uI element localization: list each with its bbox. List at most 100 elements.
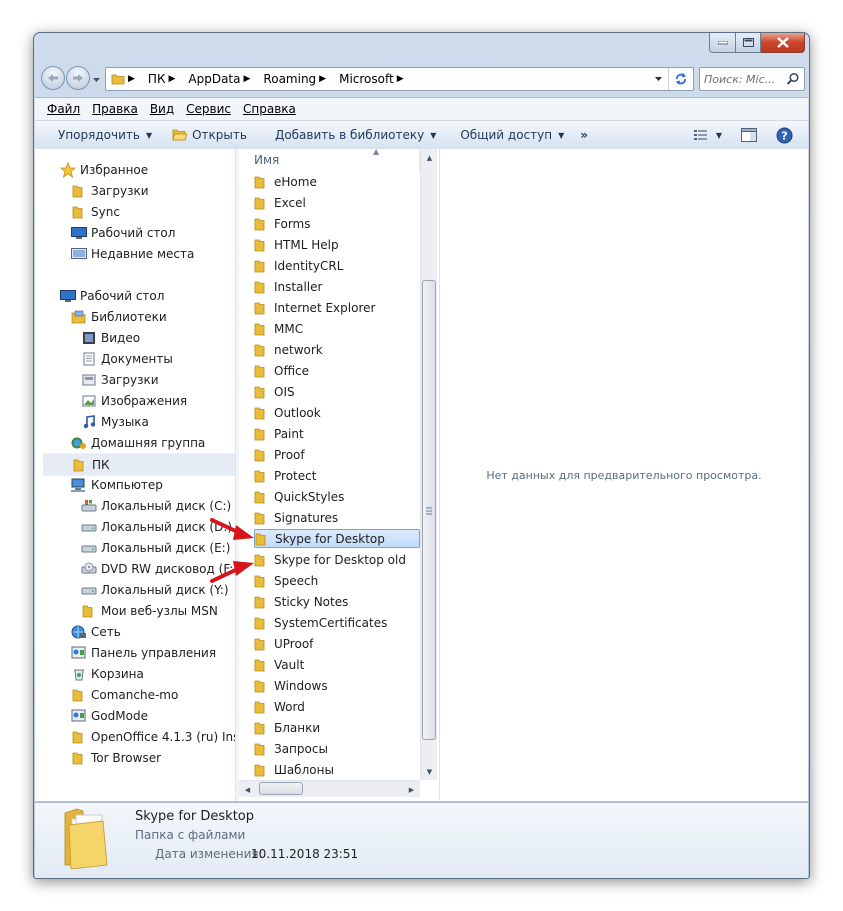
nav-desktop-favorite[interactable]: Рабочий стол: [71, 222, 175, 243]
open-button[interactable]: Открыть: [162, 121, 257, 149]
minimize-button[interactable]: [709, 33, 736, 53]
breadcrumb-separator[interactable]: ▶: [394, 74, 407, 84]
nav-drive-c[interactable]: Локальный диск (C:): [81, 495, 231, 516]
nav-favorites[interactable]: Избранное: [60, 159, 148, 180]
nav-lib-downloads[interactable]: Загрузки: [81, 369, 159, 390]
scroll-down-arrow-icon[interactable]: ▼: [421, 763, 438, 780]
nav-network[interactable]: Сеть: [71, 621, 121, 642]
share-button[interactable]: Общий доступ ▼: [446, 121, 574, 149]
menu-edit[interactable]: Правка: [89, 102, 147, 116]
file-row[interactable]: Windows: [254, 676, 420, 695]
recent-pages-button[interactable]: [93, 73, 101, 87]
file-row[interactable]: HTML Help: [254, 235, 420, 254]
nav-comanche[interactable]: Comanche-mo: [71, 684, 178, 705]
file-row[interactable]: Speech: [254, 571, 420, 590]
file-row[interactable]: Protect: [254, 466, 420, 485]
nav-desktop[interactable]: Рабочий стол: [60, 285, 164, 306]
add-to-library-button[interactable]: Добавить в библиотеку ▼: [257, 121, 446, 149]
back-button[interactable]: [41, 66, 65, 90]
menu-help[interactable]: Справка: [240, 102, 305, 116]
file-row[interactable]: Запросы: [254, 739, 420, 758]
file-row[interactable]: UProof: [254, 634, 420, 653]
file-row[interactable]: network: [254, 340, 420, 359]
more-commands-button[interactable]: »: [574, 121, 598, 149]
nav-downloads[interactable]: Загрузки: [71, 180, 149, 201]
nav-documents[interactable]: Документы: [81, 348, 173, 369]
nav-tor-browser[interactable]: Tor Browser: [71, 747, 161, 768]
breadcrumb-separator[interactable]: ▶: [165, 74, 178, 84]
nav-drive-y[interactable]: Локальный диск (Y:): [81, 579, 229, 600]
help-button[interactable]: ?: [762, 127, 798, 144]
nav-homegroup[interactable]: Домашняя группа: [71, 432, 205, 453]
nav-pictures[interactable]: Изображения: [81, 390, 187, 411]
file-row[interactable]: Шаблоны: [254, 760, 420, 779]
file-row[interactable]: Excel: [254, 193, 420, 212]
nav-video[interactable]: Видео: [81, 327, 140, 348]
file-row[interactable]: SystemCertificates: [254, 613, 420, 632]
file-row[interactable]: Paint: [254, 424, 420, 443]
nav-computer[interactable]: Компьютер: [71, 474, 163, 495]
close-button[interactable]: [761, 33, 805, 53]
nav-drive-e[interactable]: Локальный диск (E:): [81, 537, 230, 558]
file-row[interactable]: QuickStyles: [254, 487, 420, 506]
nav-recycle-bin[interactable]: Корзина: [71, 663, 144, 684]
scroll-up-arrow-icon[interactable]: ▲: [421, 149, 438, 166]
maximize-button[interactable]: [736, 33, 761, 53]
folder-icon: [254, 427, 270, 441]
search-input[interactable]: [700, 72, 786, 86]
file-row[interactable]: Sticky Notes: [254, 592, 420, 611]
horizontal-scrollbar[interactable]: ◀ ▶: [239, 780, 420, 797]
file-row[interactable]: Office: [254, 361, 420, 380]
nav-libraries[interactable]: Библиотеки: [71, 306, 167, 327]
search-icon[interactable]: [786, 72, 800, 86]
breadcrumb-separator[interactable]: ▶: [241, 74, 254, 84]
menu-view[interactable]: Вид: [147, 102, 183, 116]
column-header-name[interactable]: Имя ▲: [239, 147, 420, 171]
breadcrumb-separator[interactable]: ▶: [125, 74, 138, 84]
nav-sync[interactable]: Sync: [71, 201, 120, 222]
nav-music[interactable]: Музыка: [81, 411, 149, 432]
nav-recent-places[interactable]: Недавние места: [71, 243, 194, 264]
file-row[interactable]: Internet Explorer: [254, 298, 420, 317]
menu-tools[interactable]: Сервис: [183, 102, 240, 116]
file-row[interactable]: Installer: [254, 277, 420, 296]
breadcrumb-microsoft[interactable]: Microsoft ▶: [334, 68, 412, 90]
refresh-button[interactable]: [668, 68, 693, 90]
scroll-right-arrow-icon[interactable]: ▶: [403, 781, 420, 798]
file-row[interactable]: Vault: [254, 655, 420, 674]
preview-pane-button[interactable]: [727, 128, 762, 142]
file-row[interactable]: Бланки: [254, 718, 420, 737]
breadcrumb-roaming[interactable]: Roaming ▶: [258, 68, 334, 90]
file-row[interactable]: Skype for Desktop old: [254, 550, 420, 569]
horizontal-scroll-thumb[interactable]: [259, 782, 303, 795]
nav-openoffice[interactable]: OpenOffice 4.1.3 (ru) Instal: [71, 726, 235, 747]
file-row[interactable]: IdentityCRL: [254, 256, 420, 275]
view-options-button[interactable]: ▼: [689, 129, 727, 141]
breadcrumb-pc[interactable]: ПК ▶: [143, 68, 183, 90]
breadcrumb-separator[interactable]: ▶: [316, 74, 329, 84]
scroll-left-arrow-icon[interactable]: ◀: [239, 781, 256, 798]
file-row[interactable]: Proof: [254, 445, 420, 464]
nav-msn-sites[interactable]: Мои веб-узлы MSN: [81, 600, 218, 621]
file-row[interactable]: MMC: [254, 319, 420, 338]
nav-godmode[interactable]: GodMode: [71, 705, 148, 726]
grip-icon: [426, 507, 432, 515]
forward-button[interactable]: [66, 66, 90, 90]
nav-pc[interactable]: ПК: [43, 453, 235, 476]
file-row[interactable]: Outlook: [254, 403, 420, 422]
file-row[interactable]: Forms: [254, 214, 420, 233]
menu-file[interactable]: Файл: [44, 102, 89, 116]
homegroup-icon: [71, 435, 87, 451]
file-row[interactable]: Word: [254, 697, 420, 716]
file-row[interactable]: Signatures: [254, 508, 420, 527]
organize-button[interactable]: Упорядочить ▼: [35, 121, 162, 149]
vertical-scrollbar[interactable]: ▲ ▼: [420, 149, 437, 780]
file-row[interactable]: Skype for Desktop: [254, 529, 420, 548]
file-row[interactable]: eHome: [254, 172, 420, 191]
file-row[interactable]: OIS: [254, 382, 420, 401]
address-history-button[interactable]: [650, 76, 668, 82]
vertical-scroll-thumb[interactable]: [422, 280, 436, 740]
nav-control-panel[interactable]: Панель управления: [71, 642, 216, 663]
address-bar[interactable]: ▶ ПК ▶ AppData ▶ Roaming ▶ Microsoft ▶: [105, 67, 694, 91]
breadcrumb-appdata[interactable]: AppData ▶: [183, 68, 258, 90]
